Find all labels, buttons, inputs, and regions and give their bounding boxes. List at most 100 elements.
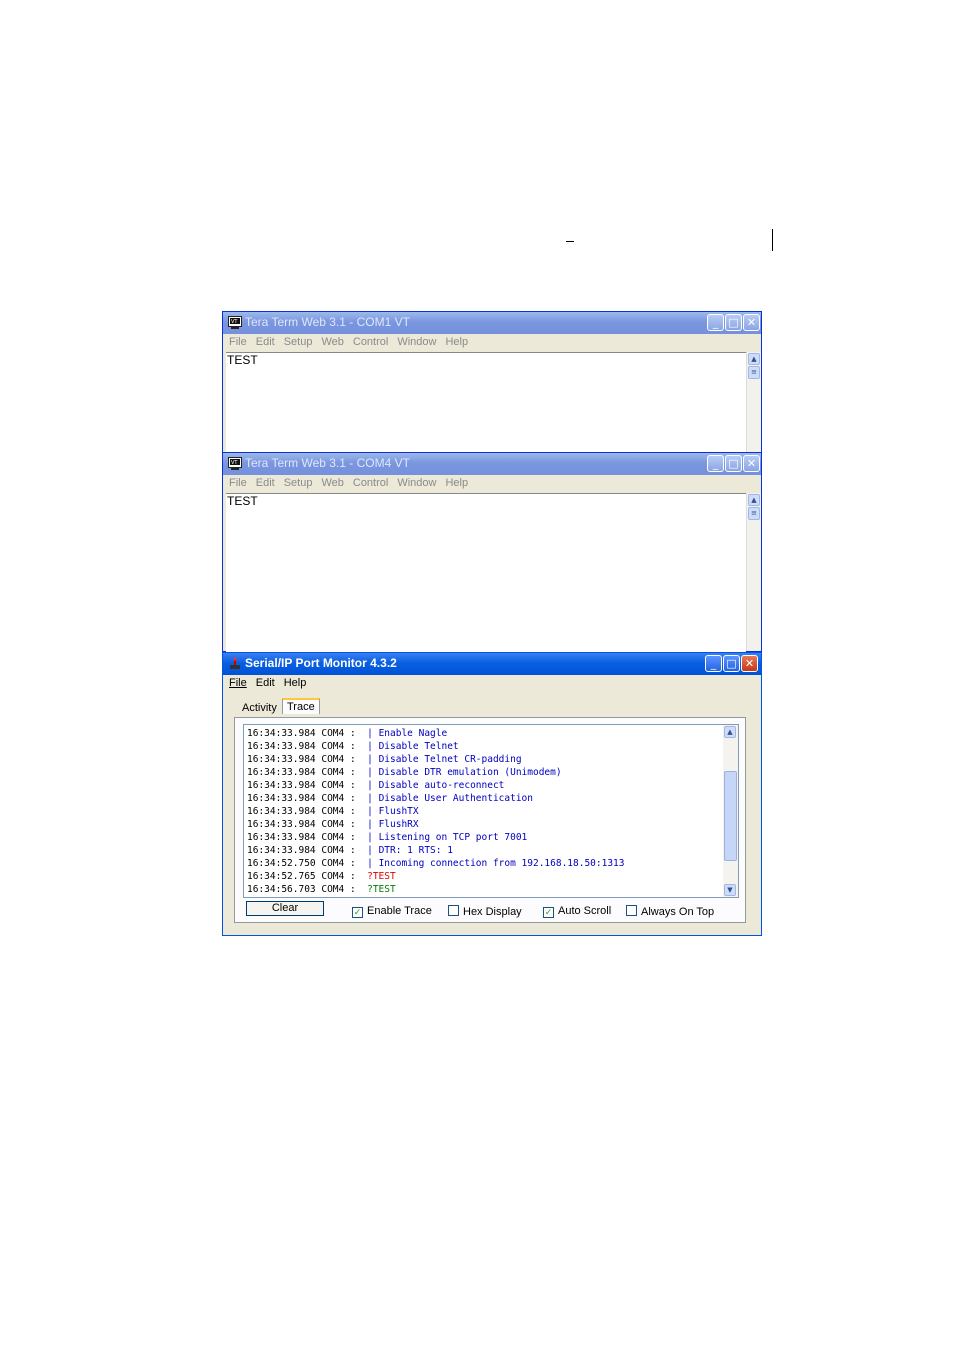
- terminal-area[interactable]: TEST: [226, 493, 746, 652]
- close-icon[interactable]: ✕: [743, 314, 760, 331]
- enable-trace-checkbox[interactable]: ✓ Enable Trace: [352, 905, 432, 918]
- trace-row: 16:34:52.765 COM4 : ?TEST: [247, 870, 722, 883]
- maximize-icon[interactable]: □: [723, 655, 740, 672]
- trace-row: 16:34:33.984 COM4 : | Disable Telnet: [247, 740, 722, 753]
- trace-row: 16:34:33.984 COM4 : | FlushRX: [247, 818, 722, 831]
- scroll-up-arrow-icon[interactable]: ▲: [748, 353, 760, 365]
- maximize-icon[interactable]: □: [725, 314, 742, 331]
- trace-time: 16:34:33.984 COM4 :: [247, 793, 368, 804]
- trace-time: 16:34:33.984 COM4 :: [247, 780, 368, 791]
- trace-separator: |: [367, 806, 379, 817]
- menu-edit[interactable]: Edit: [256, 677, 275, 689]
- trace-row: 16:34:33.984 COM4 : | FlushTX: [247, 805, 722, 818]
- menu-help[interactable]: Help: [284, 677, 307, 689]
- menu-help[interactable]: Help: [445, 477, 468, 489]
- trace-lines: 16:34:33.984 COM4 : | Enable Nagle 16:34:…: [247, 727, 722, 896]
- port-monitor-app-icon: [230, 657, 240, 669]
- menu-setup[interactable]: Setup: [284, 477, 313, 489]
- trace-message: Disable Telnet CR-padding: [378, 754, 522, 765]
- teraterm-com4-window: VT Tera Term Web 3.1 - COM4 VT _ □ ✕ Fil…: [222, 452, 762, 652]
- teraterm-com1-titlebar[interactable]: VT Tera Term Web 3.1 - COM1 VT _ □ ✕: [223, 312, 761, 334]
- menu-edit[interactable]: Edit: [256, 336, 275, 348]
- teraterm-com4-titlebar[interactable]: VT Tera Term Web 3.1 - COM4 VT _ □ ✕: [223, 453, 761, 475]
- menu-control[interactable]: Control: [353, 336, 388, 348]
- always-on-top-checkbox[interactable]: Always On Top: [626, 905, 714, 918]
- minimize-icon[interactable]: _: [707, 314, 724, 331]
- trace-message: Disable Telnet: [378, 741, 459, 752]
- page-margin-bar: [772, 229, 773, 251]
- terminal-area[interactable]: TEST: [226, 352, 746, 453]
- trace-separator: |: [367, 780, 379, 791]
- scroll-thumb[interactable]: [724, 771, 737, 862]
- port-monitor-menubar: File Edit Help: [223, 675, 761, 693]
- menu-window[interactable]: Window: [397, 477, 436, 489]
- trace-time: 16:34:33.984 COM4 :: [247, 754, 368, 765]
- trace-message: Incoming connection from 192.168.18.50:1…: [378, 858, 625, 869]
- trace-separator: |: [367, 728, 379, 739]
- page-margin-dash: [566, 241, 574, 242]
- trace-time: 16:34:56.703 COM4 :: [247, 884, 368, 895]
- trace-panel: 16:34:33.984 COM4 : | Enable Nagle 16:34:…: [234, 717, 746, 923]
- terminal-scrollbar[interactable]: ▲ ≡: [746, 352, 761, 452]
- menu-control[interactable]: Control: [353, 477, 388, 489]
- maximize-icon[interactable]: □: [725, 455, 742, 472]
- trace-message: ?TEST: [367, 884, 396, 895]
- minimize-icon[interactable]: _: [707, 455, 724, 472]
- auto-scroll-checkbox[interactable]: ✓ Auto Scroll: [543, 905, 611, 918]
- scroll-thumb[interactable]: ≡: [748, 507, 760, 520]
- trace-row: 16:34:33.984 COM4 : | Enable Nagle: [247, 727, 722, 740]
- checkbox-label: Hex Display: [463, 906, 522, 918]
- trace-message: Listening on TCP port 7001: [378, 832, 528, 843]
- scroll-thumb[interactable]: ≡: [748, 366, 760, 379]
- checkbox-box: [448, 905, 459, 916]
- menu-file[interactable]: File: [229, 677, 247, 689]
- svg-text:VT: VT: [231, 460, 238, 466]
- trace-time: 16:34:33.984 COM4 :: [247, 741, 368, 752]
- trace-row: 16:34:52.750 COM4 : | Incoming connectio…: [247, 857, 722, 870]
- teraterm-com4-menubar: File Edit Setup Web Control Window Help: [223, 475, 761, 493]
- window-title: Tera Term Web 3.1 - COM4 VT: [245, 456, 410, 470]
- trace-row: 16:34:33.984 COM4 : | DTR: 1 RTS: 1: [247, 844, 722, 857]
- teraterm-com1-window: VT Tera Term Web 3.1 - COM1 VT _ □ ✕ Fil…: [222, 311, 762, 453]
- checkmark-icon: ✓: [543, 907, 554, 918]
- trace-time: 16:34:52.750 COM4 :: [247, 858, 368, 869]
- tab-trace[interactable]: Trace: [282, 698, 320, 714]
- port-monitor-titlebar[interactable]: Serial/IP Port Monitor 4.3.2 _ □ ✕: [223, 653, 761, 675]
- scroll-up-arrow-icon[interactable]: ▲: [724, 726, 736, 738]
- clear-button[interactable]: Clear: [246, 901, 324, 916]
- trace-message: Disable auto-reconnect: [378, 780, 505, 791]
- menu-web[interactable]: Web: [321, 477, 343, 489]
- menu-file[interactable]: File: [229, 477, 247, 489]
- trace-time: 16:34:33.984 COM4 :: [247, 806, 368, 817]
- trace-row: 16:34:33.984 COM4 : | Listening on TCP p…: [247, 831, 722, 844]
- trace-row: 16:34:33.984 COM4 : | Disable auto-recon…: [247, 779, 722, 792]
- trace-message: Enable Nagle: [378, 728, 448, 739]
- close-icon[interactable]: ✕: [743, 455, 760, 472]
- menu-web[interactable]: Web: [321, 336, 343, 348]
- trace-message: FlushTX: [378, 806, 419, 817]
- menu-file[interactable]: File: [229, 336, 247, 348]
- terminal-text: TEST: [227, 353, 258, 367]
- trace-separator: |: [367, 845, 379, 856]
- trace-time: 16:34:33.984 COM4 :: [247, 819, 368, 830]
- teraterm-app-icon: VT: [228, 316, 242, 329]
- scroll-up-arrow-icon[interactable]: ▲: [748, 494, 760, 506]
- trace-scrollbar[interactable]: ▲ ▼: [723, 725, 738, 897]
- menu-edit[interactable]: Edit: [256, 477, 275, 489]
- menu-window[interactable]: Window: [397, 336, 436, 348]
- trace-separator: |: [367, 858, 379, 869]
- trace-separator: |: [367, 832, 379, 843]
- trace-separator: |: [367, 741, 379, 752]
- close-icon[interactable]: ✕: [741, 655, 758, 672]
- menu-setup[interactable]: Setup: [284, 336, 313, 348]
- menu-help[interactable]: Help: [445, 336, 468, 348]
- hex-display-checkbox[interactable]: Hex Display: [448, 905, 522, 918]
- trace-log[interactable]: 16:34:33.984 COM4 : | Enable Nagle 16:34:…: [243, 724, 739, 898]
- tab-activity[interactable]: Activity: [240, 702, 279, 714]
- terminal-scrollbar[interactable]: ▲ ≡: [746, 493, 761, 651]
- checkbox-label: Auto Scroll: [558, 905, 612, 917]
- trace-separator: |: [367, 793, 379, 804]
- scroll-down-arrow-icon[interactable]: ▼: [724, 884, 736, 896]
- trace-time: 16:34:33.984 COM4 :: [247, 832, 368, 843]
- minimize-icon[interactable]: _: [705, 655, 722, 672]
